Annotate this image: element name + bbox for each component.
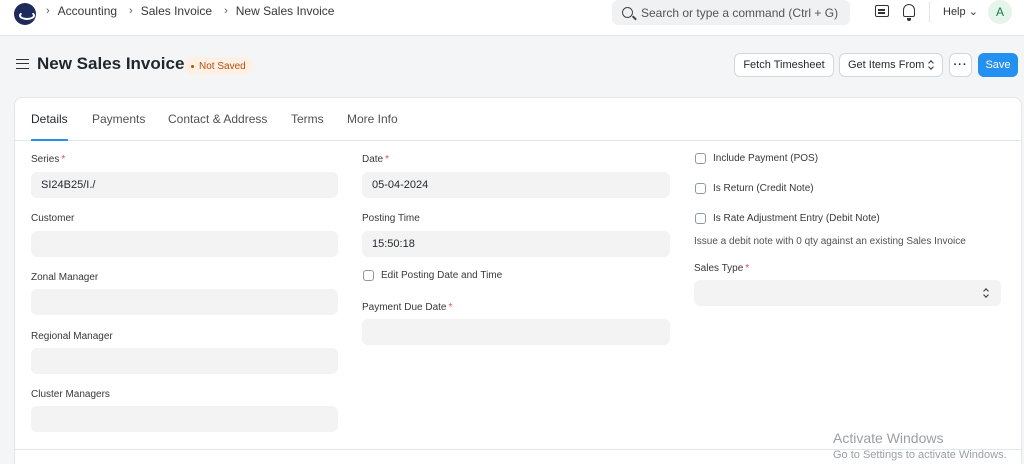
help-dropdown[interactable]: Help ⌄ bbox=[943, 5, 978, 18]
get-items-from-button[interactable]: Get Items From bbox=[839, 53, 943, 77]
series-field[interactable]: SI24B25/I./ bbox=[31, 172, 338, 198]
required-marker: * bbox=[745, 263, 750, 274]
top-navbar: › Accounting › Sales Invoice › New Sales… bbox=[0, 0, 1024, 36]
watermark-subtitle: Go to Settings to activate Windows. bbox=[833, 449, 1007, 461]
tab-more-info[interactable]: More Info bbox=[347, 112, 398, 141]
breadcrumb-new-sales-invoice[interactable]: New Sales Invoice bbox=[236, 4, 335, 18]
status-label: Not Saved bbox=[199, 60, 246, 72]
customer-field[interactable] bbox=[31, 231, 338, 257]
more-actions-button[interactable]: ··· bbox=[949, 53, 972, 77]
breadcrumb: › Accounting › Sales Invoice › New Sales… bbox=[46, 4, 346, 18]
sidebar-toggle-icon[interactable] bbox=[16, 59, 29, 69]
chevron-right-icon: › bbox=[46, 5, 50, 17]
zonal-manager-label: Zonal Manager bbox=[31, 272, 99, 283]
edit-posting-label: Edit Posting Date and Time bbox=[381, 270, 503, 281]
tab-payments[interactable]: Payments bbox=[92, 112, 145, 141]
checkbox-box[interactable] bbox=[695, 153, 706, 164]
series-label: Series * bbox=[31, 154, 65, 165]
required-marker: * bbox=[61, 154, 66, 165]
chevron-right-icon: › bbox=[224, 5, 228, 17]
avatar[interactable]: A bbox=[988, 0, 1012, 24]
navbar-divider bbox=[929, 2, 930, 22]
app-logo-icon[interactable] bbox=[14, 3, 36, 25]
is-return-checkbox[interactable]: Is Return (Credit Note) bbox=[695, 183, 814, 194]
get-items-from-label: Get Items From bbox=[848, 59, 925, 71]
include-payment-label: Include Payment (POS) bbox=[713, 153, 819, 164]
date-label: Date * bbox=[362, 154, 389, 165]
search-bar[interactable]: Search or type a command (Ctrl + G) bbox=[612, 0, 850, 25]
chat-icon[interactable] bbox=[875, 5, 889, 17]
tab-contact-address[interactable]: Contact & Address bbox=[168, 112, 267, 141]
checkbox-box[interactable] bbox=[695, 183, 706, 194]
regional-manager-label: Regional Manager bbox=[31, 331, 113, 342]
chevron-right-icon: › bbox=[129, 5, 133, 17]
help-label: Help bbox=[943, 6, 966, 18]
is-rate-adjustment-checkbox[interactable]: Is Rate Adjustment Entry (Debit Note) bbox=[695, 213, 880, 224]
watermark-title: Activate Windows bbox=[833, 430, 944, 446]
breadcrumb-accounting[interactable]: Accounting bbox=[58, 4, 117, 18]
fetch-timesheet-button[interactable]: Fetch Timesheet bbox=[734, 53, 834, 77]
cluster-managers-field[interactable] bbox=[31, 406, 338, 432]
rate-adjustment-description: Issue a debit note with 0 qty against an… bbox=[694, 236, 966, 247]
form-tabs: Details Payments Contact & Address Terms… bbox=[15, 98, 1021, 141]
checkbox-box[interactable] bbox=[363, 270, 374, 281]
regional-manager-field[interactable] bbox=[31, 348, 338, 374]
payment-due-date-label: Payment Due Date * bbox=[362, 302, 452, 313]
search-icon bbox=[622, 7, 633, 18]
page-title: New Sales Invoice bbox=[37, 54, 185, 73]
sales-type-label-text: Sales Type bbox=[694, 263, 744, 274]
include-payment-checkbox[interactable]: Include Payment (POS) bbox=[695, 153, 818, 164]
tab-terms[interactable]: Terms bbox=[291, 112, 324, 141]
notification-bell-icon[interactable] bbox=[903, 4, 915, 21]
is-return-label: Is Return (Credit Note) bbox=[713, 183, 814, 194]
status-dot-icon bbox=[191, 64, 194, 68]
edit-posting-checkbox[interactable]: Edit Posting Date and Time bbox=[363, 270, 502, 281]
search-placeholder: Search or type a command (Ctrl + G) bbox=[641, 5, 839, 20]
required-marker: * bbox=[448, 302, 453, 313]
cluster-managers-label: Cluster Managers bbox=[31, 389, 110, 400]
sales-type-select[interactable] bbox=[694, 280, 1001, 306]
status-badge: Not Saved bbox=[184, 57, 253, 75]
posting-time-field[interactable]: 15:50:18 bbox=[362, 231, 670, 257]
date-label-text: Date bbox=[362, 154, 384, 165]
chevron-down-icon: ⌄ bbox=[968, 6, 978, 18]
form-card: Details Payments Contact & Address Terms… bbox=[14, 97, 1022, 464]
windows-activation-watermark: Activate Windows Go to Settings to activ… bbox=[833, 430, 1007, 461]
tab-details[interactable]: Details bbox=[31, 112, 68, 141]
payment-due-date-field[interactable] bbox=[362, 319, 670, 345]
zonal-manager-field[interactable] bbox=[31, 289, 338, 315]
date-field[interactable]: 05-04-2024 bbox=[362, 172, 670, 198]
sales-type-label: Sales Type * bbox=[694, 263, 749, 274]
select-arrows-icon bbox=[983, 288, 989, 298]
checkbox-box[interactable] bbox=[695, 213, 706, 224]
customer-label: Customer bbox=[31, 213, 75, 224]
save-button[interactable]: Save bbox=[978, 53, 1018, 77]
required-marker: * bbox=[385, 154, 390, 165]
payment-due-date-label-text: Payment Due Date bbox=[362, 302, 447, 313]
series-label-text: Series bbox=[31, 154, 60, 165]
breadcrumb-sales-invoice[interactable]: Sales Invoice bbox=[141, 4, 212, 18]
select-arrows-icon bbox=[928, 60, 934, 70]
is-rate-adjustment-label: Is Rate Adjustment Entry (Debit Note) bbox=[713, 213, 880, 224]
posting-time-label: Posting Time bbox=[362, 213, 420, 224]
